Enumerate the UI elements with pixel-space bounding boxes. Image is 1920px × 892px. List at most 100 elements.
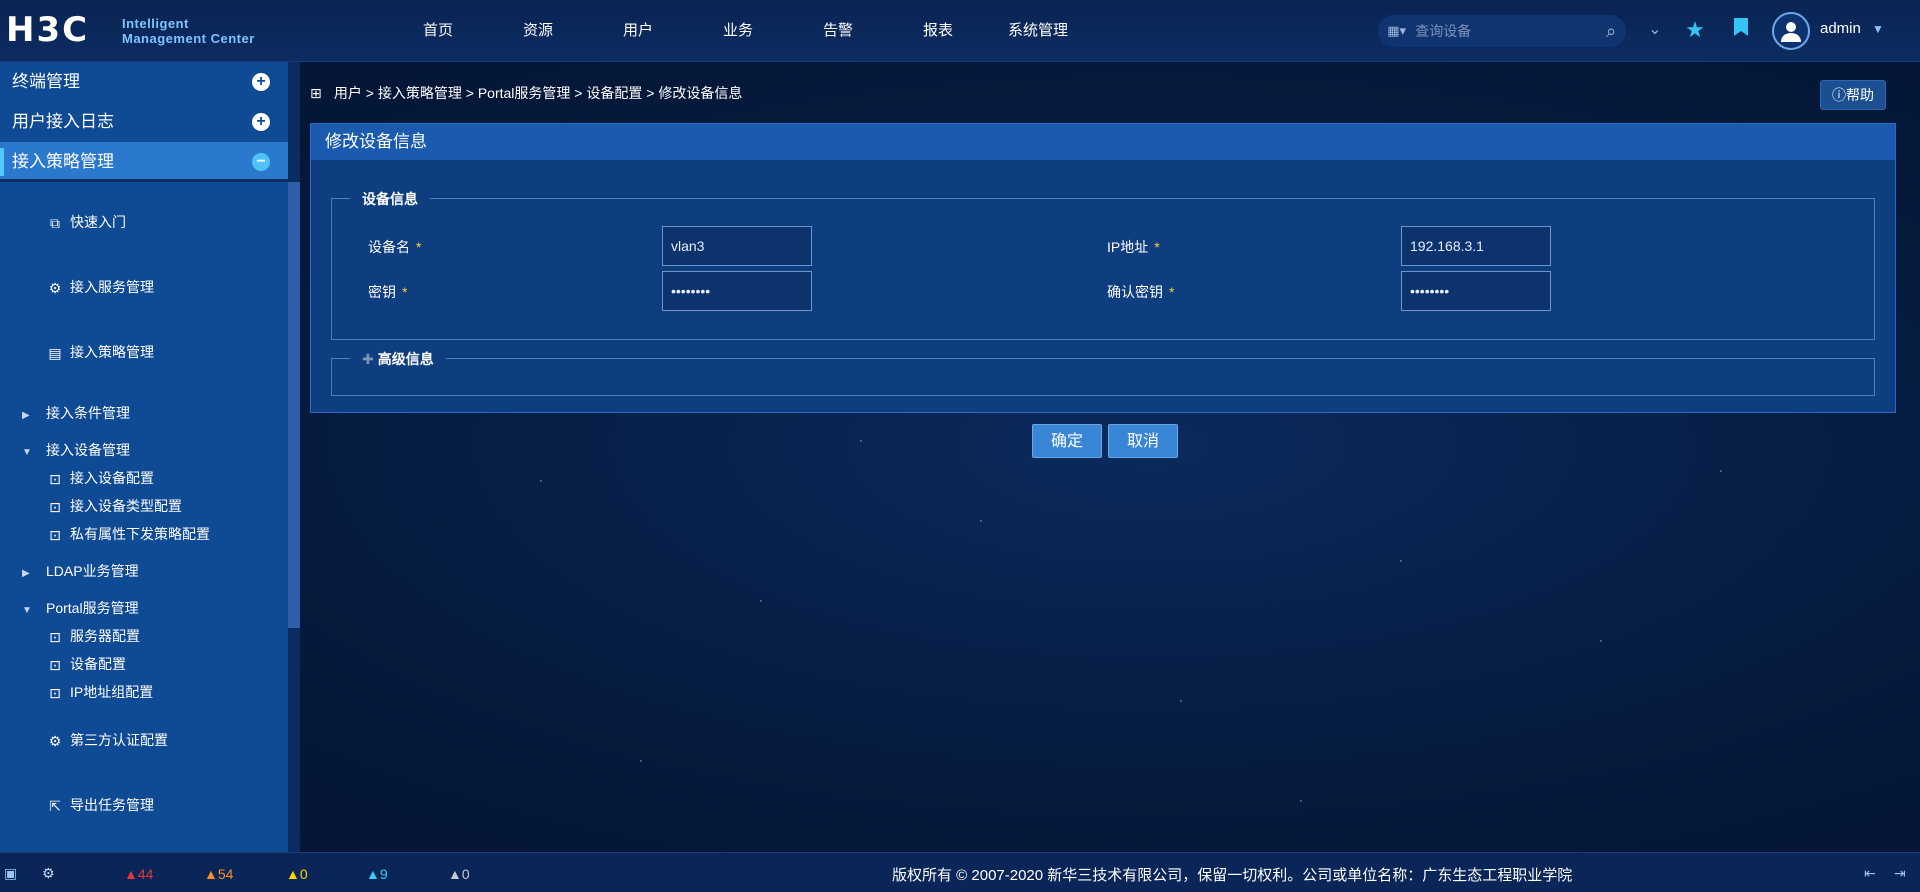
sidebar-item-device-config[interactable]: ⊡ 设备配置 xyxy=(44,651,126,677)
help-button[interactable]: ⓘ帮助 xyxy=(1820,80,1886,110)
window-icon[interactable]: ▣ xyxy=(4,863,17,883)
alarm-unknown[interactable]: ▲0 xyxy=(448,864,470,884)
device-name-input[interactable] xyxy=(662,226,812,266)
sidebar-item-portal[interactable]: ▼ Portal服务管理 xyxy=(22,595,139,621)
ip-address-label: IP地址 * xyxy=(1107,239,1160,255)
sidebar-scroll-thumb[interactable] xyxy=(288,182,300,628)
device-type-icon: ⊡ xyxy=(49,499,61,516)
breadcrumb-network-icon: ⊞ xyxy=(310,85,322,101)
top-header: H3C Intelligent Management Center 首页 资源 … xyxy=(0,0,1920,62)
sidebar-item-quick-start[interactable]: ⧉ 快速入门 xyxy=(44,209,126,235)
major-alarm-icon: ▲ xyxy=(204,866,218,882)
critical-alarm-icon: ▲ xyxy=(124,866,138,882)
alarm-warning[interactable]: ▲9 xyxy=(366,864,388,884)
nav-resources[interactable]: 资源 xyxy=(488,0,588,62)
bookmark-icon[interactable] xyxy=(1726,15,1756,45)
server-config-icon: ⊡ xyxy=(49,629,61,646)
favorite-star-icon[interactable]: ★ xyxy=(1680,15,1710,45)
nav-users[interactable]: 用户 xyxy=(588,0,688,62)
breadcrumb: ⊞ 用户 > 接入策略管理 > Portal服务管理 > 设备配置 > 修改设备… xyxy=(310,82,742,104)
service-gear-icon: ⚙ xyxy=(48,280,62,297)
copyright-text: 版权所有 © 2007-2020 新华三技术有限公司，保留一切权利。公司或单位名… xyxy=(892,867,1573,884)
collapse-left-icon[interactable]: ⇤ xyxy=(1864,863,1876,883)
sidebar-item-server-config[interactable]: ⊡ 服务器配置 xyxy=(44,623,140,649)
user-avatar[interactable] xyxy=(1772,12,1810,50)
sidebar-item-access-service[interactable]: ⚙ 接入服务管理 xyxy=(44,274,154,300)
collapse-triangle-icon[interactable]: ▼ xyxy=(22,440,36,466)
device-search: ▦▾ ⌕ xyxy=(1378,15,1626,47)
logo-subtitle: Intelligent Management Center xyxy=(122,16,255,46)
quick-start-icon: ⧉ xyxy=(50,215,60,232)
h3c-logo[interactable]: H3C Intelligent Management Center xyxy=(6,10,276,50)
expand-right-icon[interactable]: ⇥ xyxy=(1894,863,1906,883)
user-name[interactable]: admin xyxy=(1820,20,1861,37)
device-config-icon: ⊡ xyxy=(49,657,61,674)
private-attr-icon: ⊡ xyxy=(49,527,61,544)
breadcrumb-item-portal[interactable]: Portal服务管理 xyxy=(478,85,571,101)
policy-doc-icon: ▤ xyxy=(48,345,62,362)
sidebar: 终端管理 + 用户接入日志 + 接入策略管理 − ⧉ 快速入门 ⚙ 接入服务管理 ▤… xyxy=(0,62,288,852)
export-icon: ⇱ xyxy=(49,798,61,815)
expand-plus-icon[interactable]: + xyxy=(252,113,270,131)
third-party-auth-icon: ⚙ xyxy=(48,733,62,750)
alarm-major[interactable]: ▲54 xyxy=(204,864,233,884)
breadcrumb-item-users[interactable]: 用户 xyxy=(334,85,362,101)
sidebar-item-access-device-config[interactable]: ⊡ 接入设备配置 xyxy=(44,465,154,491)
nav-system[interactable]: 系统管理 xyxy=(988,0,1088,62)
advanced-info-toggle[interactable]: ✚ 高级信息 xyxy=(350,349,446,369)
search-input[interactable] xyxy=(1415,17,1597,45)
cancel-button[interactable]: 取消 xyxy=(1108,424,1178,458)
sidebar-scrollbar[interactable] xyxy=(288,62,300,852)
minor-alarm-icon: ▲ xyxy=(286,866,300,882)
advanced-info-fieldset: ✚ 高级信息 xyxy=(331,349,1875,396)
device-info-fieldset: 设备信息 设备名* IP地址* 密钥* 确认密钥* xyxy=(331,189,1875,340)
device-name-label: 设备名 * xyxy=(368,239,422,255)
sidebar-item-export-task[interactable]: ⇱ 导出任务管理 xyxy=(44,792,154,818)
search-scope-icon[interactable]: ▦▾ xyxy=(1378,23,1415,39)
search-icon[interactable]: ⌕ xyxy=(1596,21,1626,42)
nav-services[interactable]: 业务 xyxy=(688,0,788,62)
sidebar-item-device-type-config[interactable]: ⊡ 接入设备类型配置 xyxy=(44,493,182,519)
alarm-critical[interactable]: ▲44 xyxy=(124,864,153,884)
warning-alarm-icon: ▲ xyxy=(366,866,380,882)
breadcrumb-item-current: 修改设备信息 xyxy=(658,85,743,101)
help-icon: ⓘ xyxy=(1832,87,1846,103)
sidebar-section-access-log[interactable]: 用户接入日志 + xyxy=(0,102,288,142)
sidebar-item-access-policy[interactable]: ▤ 接入策略管理 xyxy=(44,339,154,365)
device-info-legend: 设备信息 xyxy=(350,189,430,209)
plus-icon: ✚ xyxy=(362,351,374,367)
expand-down-icon[interactable]: ⌄ xyxy=(1640,15,1670,45)
ok-button[interactable]: 确定 xyxy=(1032,424,1102,458)
sidebar-item-ldap[interactable]: ▶ LDAP业务管理 xyxy=(22,558,139,584)
sidebar-item-third-party-auth[interactable]: ⚙ 第三方认证配置 xyxy=(44,727,168,753)
sidebar-item-ip-group-config[interactable]: ⊡ IP地址组配置 xyxy=(44,679,153,705)
logo-text: H3C xyxy=(6,10,90,50)
expand-plus-icon[interactable]: + xyxy=(252,73,270,91)
expand-triangle-icon[interactable]: ▶ xyxy=(22,403,36,429)
alarm-minor[interactable]: ▲0 xyxy=(286,864,308,884)
sidebar-item-access-condition[interactable]: ▶ 接入条件管理 xyxy=(22,400,130,426)
edit-device-panel: 修改设备信息 设备信息 设备名* IP地址* 密钥* 确认密钥* ✚高级信息 xyxy=(310,123,1896,413)
sidebar-section-access-policy[interactable]: 接入策略管理 − xyxy=(0,142,288,182)
breadcrumb-item-access-policy[interactable]: 接入策略管理 xyxy=(378,85,462,101)
user-menu-caret-icon[interactable]: ▼ xyxy=(1872,22,1884,36)
nav-alarms[interactable]: 告警 xyxy=(788,0,888,62)
breadcrumb-item-device-config[interactable]: 设备配置 xyxy=(586,85,642,101)
settings-gear-icon[interactable]: ⚙ xyxy=(42,863,55,883)
secret-label: 密钥 * xyxy=(368,284,408,300)
nav-reports[interactable]: 报表 xyxy=(888,0,988,62)
ip-address-input[interactable] xyxy=(1401,226,1551,266)
main-nav: 首页 资源 用户 业务 告警 报表 系统管理 xyxy=(388,0,1088,62)
secret-input[interactable] xyxy=(662,271,812,311)
collapse-triangle-icon[interactable]: ▼ xyxy=(22,598,36,624)
unknown-alarm-icon: ▲ xyxy=(448,866,462,882)
nav-home[interactable]: 首页 xyxy=(388,0,488,62)
sidebar-item-private-attr-policy[interactable]: ⊡ 私有属性下发策略配置 xyxy=(44,521,210,547)
expand-triangle-icon[interactable]: ▶ xyxy=(22,561,36,587)
confirm-secret-input[interactable] xyxy=(1401,271,1551,311)
collapse-minus-icon[interactable]: − xyxy=(252,153,270,171)
sidebar-section-terminal-mgmt[interactable]: 终端管理 + xyxy=(0,62,288,102)
status-footer: ▣ ⚙ ▲44 ▲54 ▲0 ▲9 ▲0 版权所有 © 2007-2020 新华… xyxy=(0,852,1920,892)
device-config-icon: ⊡ xyxy=(49,471,61,488)
sidebar-item-access-device-mgmt[interactable]: ▼ 接入设备管理 xyxy=(22,437,130,463)
